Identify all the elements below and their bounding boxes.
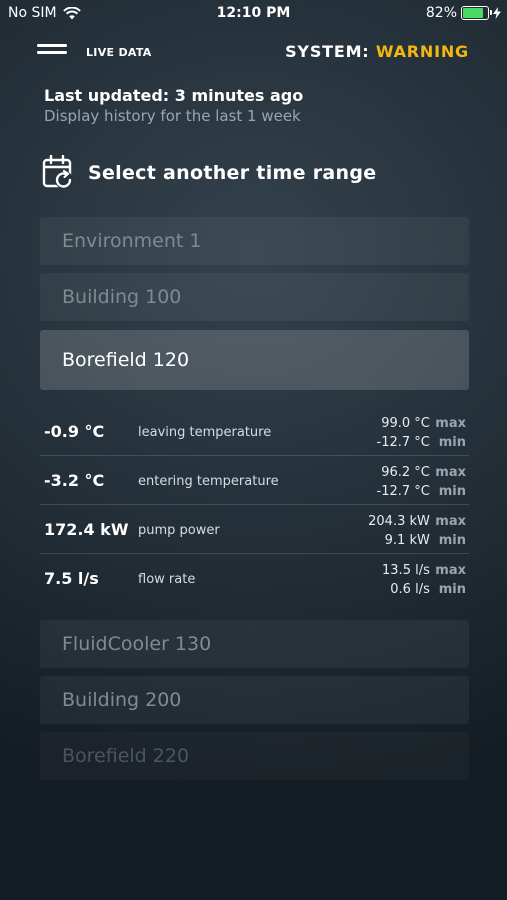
metric-value: 7.5 l/s bbox=[44, 569, 99, 588]
list-item-label: Borefield 120 bbox=[62, 349, 190, 371]
status-bar: No SIM 12:10 PM 82% bbox=[0, 0, 507, 28]
metric-label: flow rate bbox=[138, 572, 196, 587]
metric-min: 9.1 kW bbox=[384, 533, 430, 548]
status-right: 82% bbox=[426, 5, 501, 21]
time-range-label: Select another time range bbox=[88, 162, 377, 184]
metric-min: -12.7 °C bbox=[376, 435, 430, 450]
metric-range: 204.3 kW max 9.1 kW min bbox=[368, 512, 466, 550]
metric-row: -3.2 °C entering temperature 96.2 °C max… bbox=[40, 456, 469, 505]
list-item-label: FluidCooler 130 bbox=[62, 633, 212, 655]
max-tag: max bbox=[435, 465, 466, 480]
metric-min: -12.7 °C bbox=[376, 484, 430, 499]
metric-range: 96.2 °C max -12.7 °C min bbox=[377, 463, 467, 501]
list-item-label: Building 100 bbox=[62, 286, 182, 308]
list-item-borefield-220[interactable]: Borefield 220 bbox=[40, 732, 469, 780]
charging-bolt-icon bbox=[493, 7, 501, 19]
system-label: SYSTEM: bbox=[285, 42, 370, 61]
list-item-label: Building 200 bbox=[62, 689, 182, 711]
min-tag: min bbox=[438, 435, 466, 450]
metric-row: -0.9 °C leaving temperature 99.0 °C max … bbox=[40, 407, 469, 456]
max-tag: max bbox=[435, 563, 466, 578]
metric-value: -3.2 °C bbox=[44, 471, 105, 490]
battery-icon bbox=[461, 6, 492, 20]
battery-percentage: 82% bbox=[425, 5, 457, 21]
battery-level bbox=[463, 8, 483, 18]
metric-label: pump power bbox=[138, 523, 220, 538]
list-item-environment-1[interactable]: Environment 1 bbox=[40, 217, 469, 265]
min-tag: min bbox=[438, 582, 466, 597]
hamburger-menu-icon[interactable] bbox=[37, 44, 67, 60]
system-status-badge: WARNING bbox=[375, 42, 469, 61]
app-header: LIVE DATA SYSTEM: WARNING bbox=[0, 36, 507, 68]
metric-min: 0.6 l/s bbox=[390, 582, 430, 597]
system-status: SYSTEM: WARNING bbox=[285, 42, 469, 61]
list-item-label: Environment 1 bbox=[62, 230, 202, 252]
metric-value: -0.9 °C bbox=[44, 422, 105, 441]
last-updated-text: Last updated: 3 minutes ago bbox=[44, 86, 304, 105]
metric-max: 96.2 °C bbox=[381, 465, 430, 480]
min-tag: min bbox=[438, 533, 466, 548]
select-time-range-button[interactable]: Select another time range bbox=[42, 154, 376, 192]
metric-row: 172.4 kW pump power 204.3 kW max 9.1 kW … bbox=[40, 505, 469, 554]
metric-range: 99.0 °C max -12.7 °C min bbox=[377, 414, 467, 452]
metric-label: entering temperature bbox=[138, 474, 279, 489]
list-item-building-200[interactable]: Building 200 bbox=[40, 676, 469, 724]
calendar-refresh-icon bbox=[42, 155, 73, 189]
list-item-borefield-120[interactable]: Borefield 120 bbox=[40, 330, 469, 390]
list-item-building-100[interactable]: Building 100 bbox=[40, 273, 469, 321]
metric-value: 172.4 kW bbox=[44, 520, 129, 539]
metric-range: 13.5 l/s max 0.6 l/s min bbox=[382, 561, 466, 599]
max-tag: max bbox=[435, 514, 466, 529]
metric-max: 204.3 kW bbox=[368, 514, 430, 529]
metric-row: 7.5 l/s flow rate 13.5 l/s max 0.6 l/s m… bbox=[40, 554, 469, 603]
metric-max: 13.5 l/s bbox=[382, 563, 430, 578]
list-item-label: Borefield 220 bbox=[62, 745, 190, 767]
min-tag: min bbox=[438, 484, 466, 499]
metrics-table: -0.9 °C leaving temperature 99.0 °C max … bbox=[40, 407, 469, 603]
metric-label: leaving temperature bbox=[138, 425, 272, 440]
page-title: LIVE DATA bbox=[86, 46, 152, 59]
max-tag: max bbox=[435, 416, 466, 431]
list-item-fluidcooler-130[interactable]: FluidCooler 130 bbox=[40, 620, 469, 668]
metric-max: 99.0 °C bbox=[381, 416, 430, 431]
history-range-text: Display history for the last 1 week bbox=[44, 107, 301, 125]
